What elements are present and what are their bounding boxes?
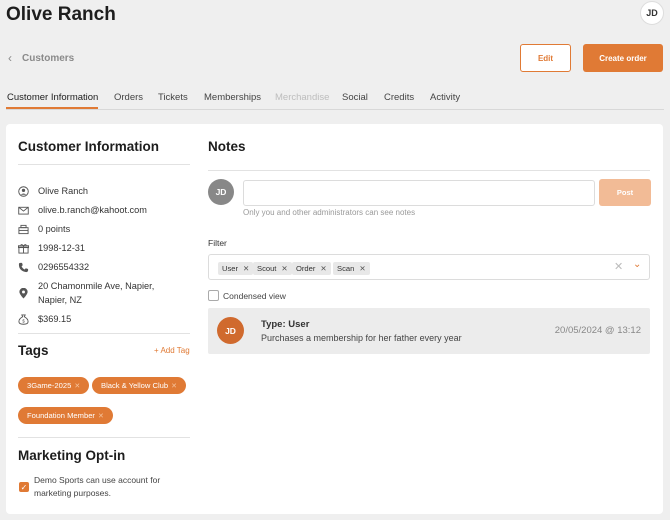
- remove-chip-icon[interactable]: ✕: [281, 264, 287, 273]
- customer-points: 0 points: [38, 224, 71, 234]
- marketing-opt-in-text: Demo Sports can use account for marketin…: [34, 475, 161, 498]
- note-entry-text: Purchases a membership for her father ev…: [261, 333, 462, 343]
- address-line-1: 20 Chamonmile Ave, Napier,: [38, 281, 155, 291]
- customer-card: Customer Information Olive Ranch olive.b…: [6, 124, 663, 514]
- info-email-row: olive.b.ranch@kahoot.com: [18, 203, 147, 217]
- remove-chip-icon[interactable]: ✕: [320, 264, 326, 273]
- chevron-left-icon[interactable]: ‹: [8, 51, 12, 65]
- tab-memberships[interactable]: Memberships: [204, 92, 261, 103]
- note-entry: JD Type: User Purchases a membership for…: [208, 308, 650, 354]
- user-avatar[interactable]: JD: [640, 1, 664, 25]
- tag-label: Black & Yellow Club: [101, 381, 169, 390]
- edit-button[interactable]: Edit: [520, 44, 571, 72]
- condensed-view-checkbox[interactable]: [208, 290, 219, 301]
- header: Olive Ranch JD: [0, 0, 670, 40]
- tab-credits[interactable]: Credits: [384, 92, 414, 103]
- active-tab-indicator: [6, 107, 98, 109]
- filter-label: Filter: [208, 238, 227, 248]
- filter-chip: Scout ✕: [253, 262, 292, 275]
- customer-info-title: Customer Information: [18, 139, 160, 154]
- filter-chip-label: Scan: [337, 264, 355, 273]
- notes-title: Notes: [208, 139, 246, 154]
- tab-orders[interactable]: Orders: [114, 92, 143, 103]
- remove-tag-icon[interactable]: ✕: [98, 412, 104, 420]
- filter-select[interactable]: User ✕ Scout ✕ Order ✕ Scan ✕ ✕ ⌄: [208, 254, 650, 280]
- note-author-avatar: JD: [208, 179, 234, 205]
- info-dob-row: 1998-12-31: [18, 241, 85, 255]
- post-button[interactable]: Post: [599, 179, 651, 206]
- note-input[interactable]: [243, 180, 595, 206]
- note-entry-type: Type: User: [261, 319, 310, 330]
- remove-tag-icon[interactable]: ✕: [74, 382, 80, 390]
- chevron-down-icon[interactable]: ⌄: [633, 259, 641, 270]
- note-entry-avatar: JD: [217, 317, 244, 344]
- phone-icon: [18, 260, 29, 274]
- info-phone-row: 0296554332: [18, 260, 89, 274]
- tab-merchandise: Merchandise: [275, 92, 330, 103]
- filter-chip: Scan ✕: [333, 262, 370, 275]
- filter-chip-label: User: [222, 264, 239, 273]
- create-order-button[interactable]: Create order: [583, 44, 663, 72]
- customer-email: olive.b.ranch@kahoot.com: [38, 205, 147, 215]
- customer-address: 20 Chamonmile Ave, Napier, Napier, NZ: [38, 279, 154, 307]
- tag-chip[interactable]: Black & Yellow Club ✕: [92, 377, 186, 394]
- tags-title: Tags: [18, 343, 49, 358]
- info-name-row: Olive Ranch: [18, 184, 88, 198]
- remove-tag-icon[interactable]: ✕: [171, 382, 177, 390]
- tag-chip[interactable]: Foundation Member ✕: [18, 407, 113, 424]
- tab-tickets[interactable]: Tickets: [158, 92, 188, 103]
- info-address-row: 20 Chamonmile Ave, Napier, Napier, NZ: [18, 279, 154, 307]
- tab-customer-information[interactable]: Customer Information: [7, 92, 98, 103]
- address-line-2: Napier, NZ: [38, 295, 82, 305]
- add-tag-link[interactable]: + Add Tag: [154, 346, 190, 355]
- tab-bar: Customer Information Orders Tickets Memb…: [0, 90, 670, 110]
- divider: [18, 333, 190, 334]
- info-balance-row: $ $369.15: [18, 312, 71, 326]
- envelope-icon: [18, 203, 29, 217]
- page-title: Olive Ranch: [6, 4, 116, 25]
- clear-filter-icon[interactable]: ✕: [614, 260, 623, 273]
- tag-label: 3Game-2025: [27, 381, 72, 390]
- divider: [208, 170, 650, 171]
- filter-chip-label: Order: [296, 264, 316, 273]
- customer-phone: 0296554332: [38, 262, 90, 272]
- filter-chip: User ✕: [218, 262, 254, 275]
- customer-dob: 1998-12-31: [38, 243, 85, 253]
- svg-text:$: $: [22, 318, 25, 323]
- filter-chip: Order ✕: [292, 262, 331, 275]
- breadcrumb-customers[interactable]: Customers: [22, 53, 74, 64]
- marketing-opt-in-checkbox[interactable]: ✓: [19, 482, 29, 492]
- person-icon: [18, 184, 29, 198]
- condensed-view-label: Condensed view: [223, 291, 286, 301]
- notes-hint: Only you and other administrators can se…: [243, 208, 416, 217]
- info-points-row: 0 points: [18, 222, 70, 236]
- tag-label: Foundation Member: [27, 411, 95, 420]
- customer-name: Olive Ranch: [38, 186, 89, 196]
- reward-box-icon: [18, 222, 29, 236]
- customer-balance: $369.15: [38, 314, 72, 324]
- gift-icon: [18, 241, 29, 255]
- tab-social[interactable]: Social: [342, 92, 368, 103]
- divider: [18, 164, 190, 165]
- location-pin-icon: [18, 279, 29, 307]
- divider: [18, 437, 190, 438]
- remove-chip-icon[interactable]: ✕: [359, 264, 365, 273]
- money-bag-icon: $: [18, 312, 29, 326]
- notes-panel: Notes JD Post Only you and other adminis…: [208, 124, 651, 514]
- note-entry-date: 20/05/2024 @ 13:12: [554, 325, 641, 336]
- remove-chip-icon[interactable]: ✕: [243, 264, 249, 273]
- filter-chip-label: Scout: [257, 264, 277, 273]
- tab-bar-divider: [6, 109, 664, 110]
- breadcrumb[interactable]: ‹ Customers: [8, 51, 74, 65]
- tab-activity[interactable]: Activity: [430, 92, 460, 103]
- tag-chip[interactable]: 3Game-2025 ✕: [18, 377, 90, 394]
- marketing-title: Marketing Opt-in: [18, 448, 126, 463]
